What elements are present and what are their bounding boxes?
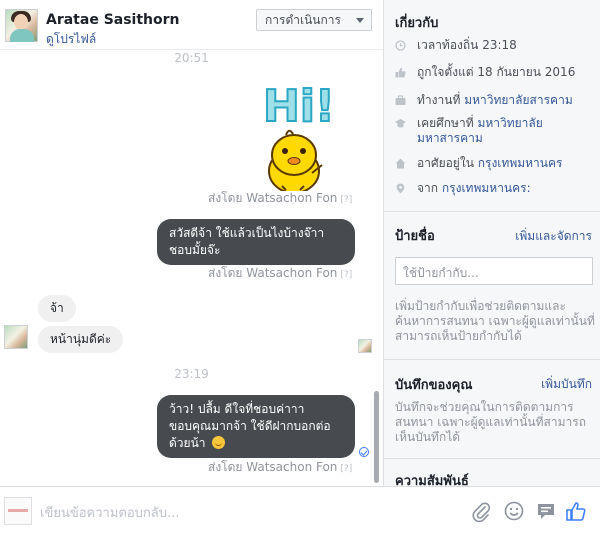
incoming-message[interactable]: หน้านุ่มดีค่ะ <box>38 326 124 353</box>
graduation-cap-icon <box>395 119 406 128</box>
relationship-section-title: ความสัมพันธ์ <box>395 474 469 486</box>
labels-section-title: ป้ายชื่อ <box>395 229 435 244</box>
saved-reply-icon[interactable] <box>535 500 557 522</box>
view-profile-link[interactable]: ดูโปรไฟล์ <box>46 30 96 49</box>
reply-input[interactable]: เขียนข้อความตอบกลับ... <box>40 502 179 523</box>
timestamp: 23:19 <box>174 367 209 381</box>
page-avatar <box>4 497 32 525</box>
label-input[interactable]: ใช้ป้ายกำกับ... <box>395 257 593 285</box>
conversation-header: Aratae Sasithorn ดูโปรไฟล์ การดำเนินการ <box>0 0 383 50</box>
info-sidebar: เกี่ยวกับ เวลาท้องถิ่น 23:18 ถูกใจตั้งแต… <box>383 0 600 486</box>
thread-scrollbar[interactable] <box>374 391 379 483</box>
emoji-icon[interactable] <box>503 500 525 522</box>
hi-chick-sticker: Hi! <box>262 80 336 191</box>
timestamp: 20:51 <box>174 51 209 65</box>
message-composer: เขียนข้อความตอบกลับ... <box>0 486 600 536</box>
divider <box>384 211 600 212</box>
message-thread[interactable]: 20:51 Hi! ส่งโดย Watsachon Fon [?] สวัสดี… <box>0 51 383 485</box>
attachment-icon[interactable] <box>470 500 492 522</box>
location-pin-icon <box>396 183 405 194</box>
user-avatar[interactable] <box>5 9 38 42</box>
thumbs-up-icon <box>395 67 406 78</box>
like-thumbs-up-icon[interactable] <box>565 500 587 522</box>
delivered-check-icon <box>359 447 369 457</box>
works-at-link[interactable]: มหาวิทยาลัยสารคาม <box>464 93 573 107</box>
briefcase-icon <box>395 95 406 105</box>
sent-by-label: ส่งโดย Watsachon Fon [?] <box>208 191 353 205</box>
seen-avatar-icon <box>358 339 372 353</box>
add-note-link[interactable]: เพิ่มบันทึก <box>541 375 592 394</box>
divider <box>384 359 600 360</box>
notes-help-text: บันทึกจะช่วยคุณในการติดตามการสนทนา เฉพาะ… <box>395 400 586 444</box>
sticker-text: Hi! <box>263 81 335 132</box>
sent-by-label: ส่งโดย Watsachon Fon [?] <box>208 266 353 280</box>
sent-by-label: ส่งโดย Watsachon Fon [?] <box>208 460 353 474</box>
home-icon <box>395 158 406 169</box>
outgoing-message[interactable]: สวัสดีจ้า ใช้แล้วเป็นไงบ้างจ๊าา ชอบมั้ยจ… <box>157 219 355 265</box>
divider <box>384 458 600 459</box>
smile-emoji-icon <box>211 436 225 449</box>
labels-help-text: เพิ่มป้ายกำกับเพื่อช่วยติดตามและค้นหาการ… <box>395 299 595 343</box>
notes-section-title: บันทึกของคุณ <box>395 378 473 393</box>
chevron-down-icon <box>356 18 364 23</box>
incoming-message[interactable]: จ้า <box>38 295 76 322</box>
from-link[interactable]: กรุงเทพมหานคร: <box>442 181 531 195</box>
lives-in-link[interactable]: กรุงเทพมหานคร <box>478 156 563 170</box>
actions-dropdown-button[interactable]: การดำเนินการ <box>256 9 372 31</box>
about-section-title: เกี่ยวกับ <box>395 16 439 31</box>
outgoing-message[interactable]: ว้าว! ปลื้ม ดีใจที่ชอบค่าาา ขอบคุณมากจ้า… <box>157 395 355 458</box>
clock-icon <box>395 40 406 51</box>
sender-avatar[interactable] <box>4 325 28 349</box>
user-name[interactable]: Aratae Sasithorn <box>46 12 180 28</box>
actions-label: การดำเนินการ <box>265 13 341 27</box>
add-manage-labels-link[interactable]: เพิ่มและจัดการ <box>515 227 592 246</box>
